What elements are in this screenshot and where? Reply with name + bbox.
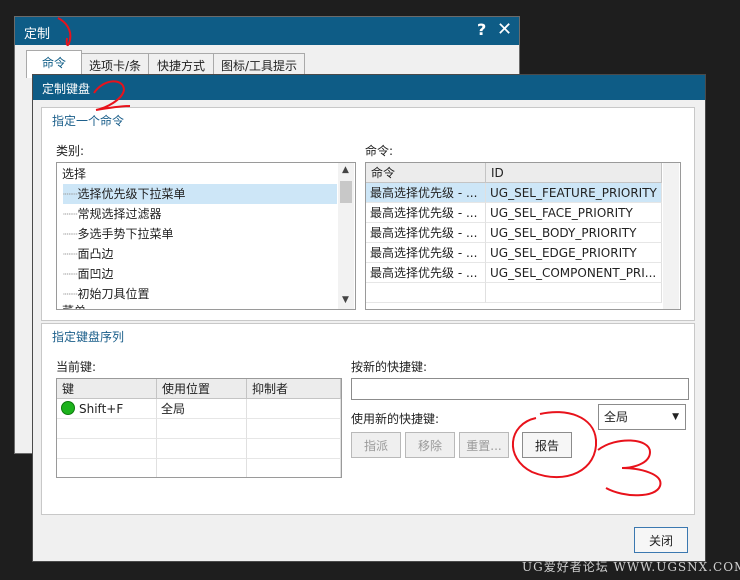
annotation-mark-3 [597,439,662,497]
annotation-overlay [57,17,662,497]
annotation-mark-2 [93,80,131,111]
annotation-circle [512,411,598,479]
annotation-mark-1 [57,17,72,46]
watermark: UG爱好者论坛 WWW.UGSNX.COM [522,560,740,574]
